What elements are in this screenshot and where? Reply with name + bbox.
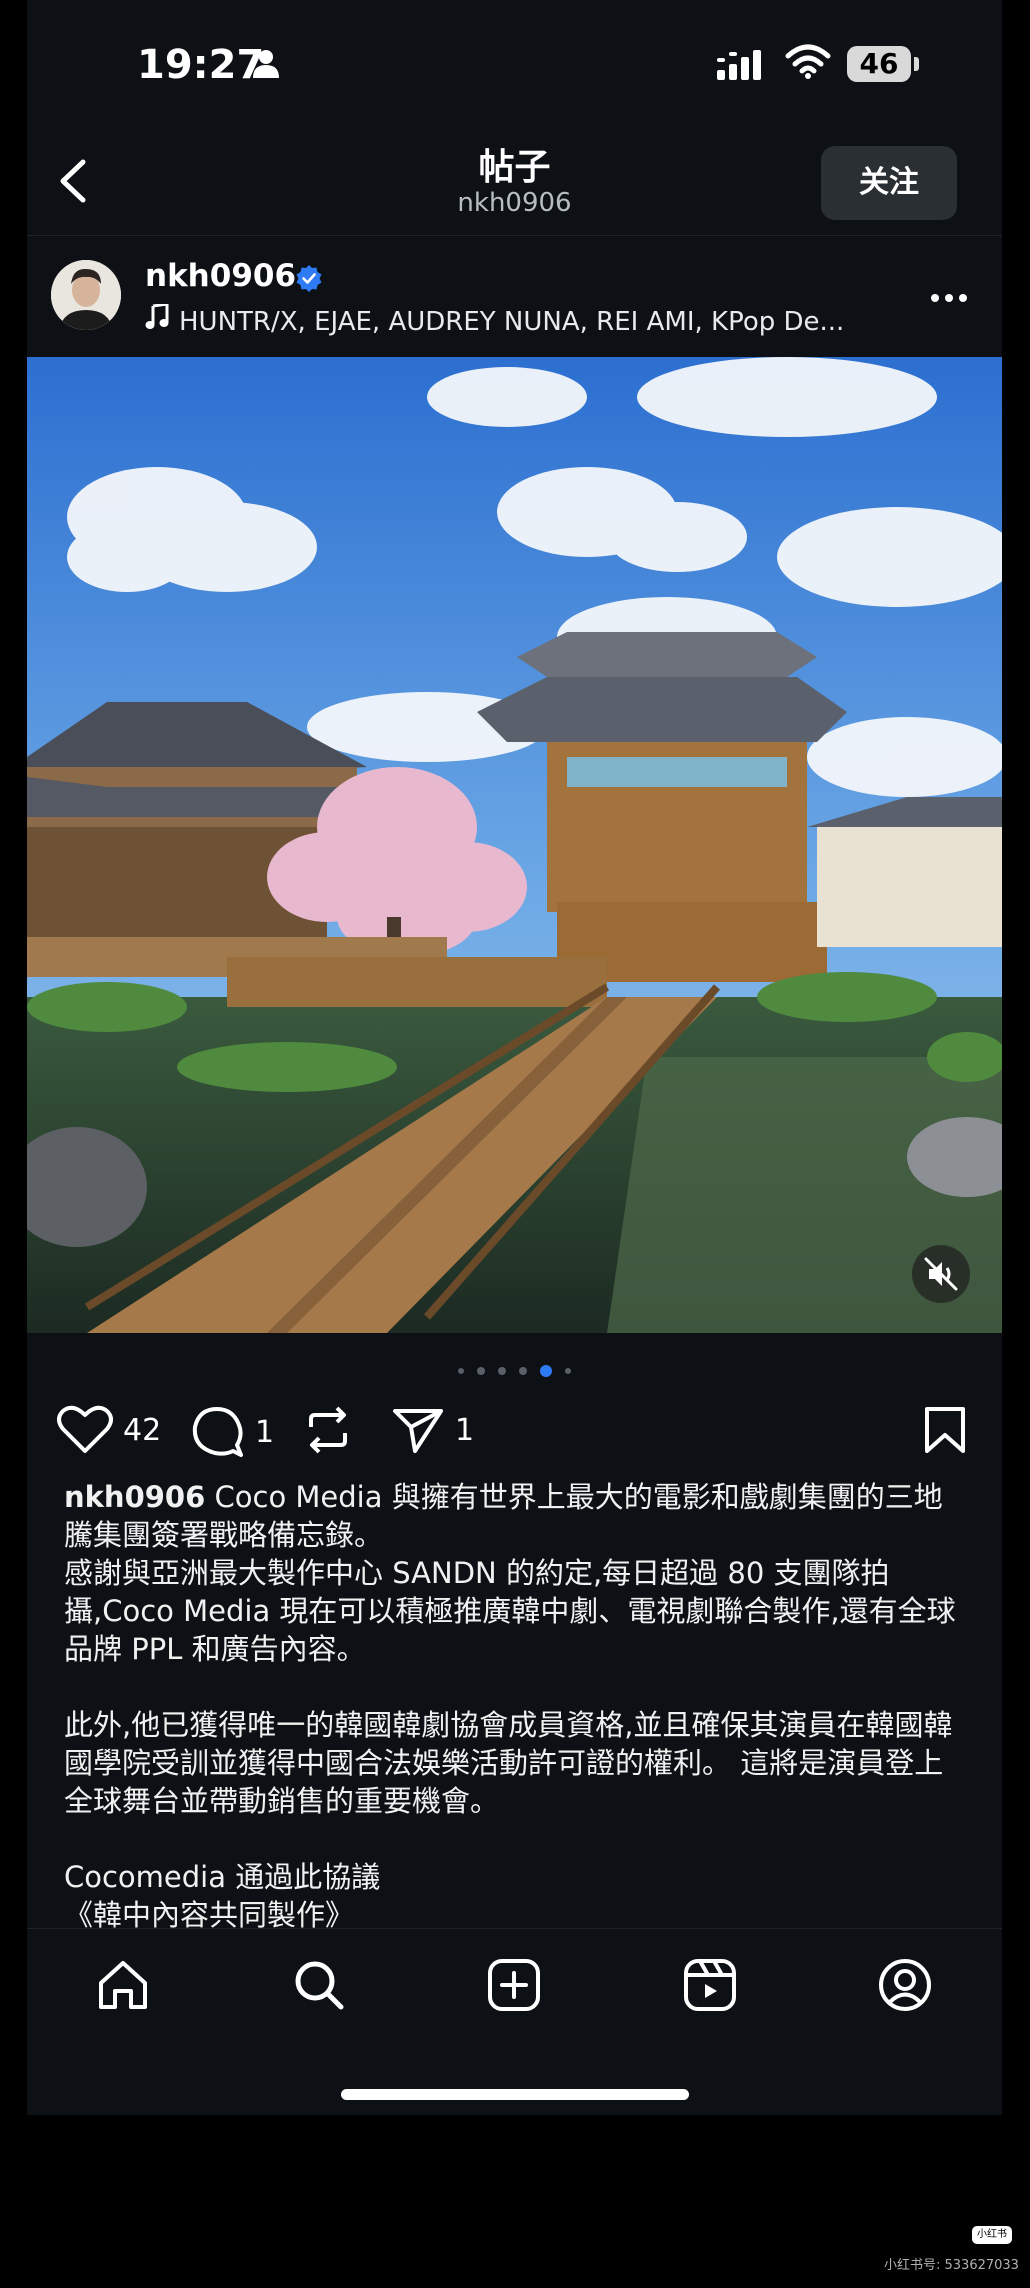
profile-icon[interactable] <box>877 1957 933 2013</box>
post-username[interactable]: nkh0906 <box>145 258 296 294</box>
avatar[interactable] <box>51 260 121 330</box>
status-bar: 19:27 46 <box>27 0 1002 130</box>
post-media[interactable] <box>27 357 1002 1333</box>
comment-count: 1 <box>255 1414 275 1450</box>
heart-icon <box>57 1405 113 1453</box>
create-post-icon[interactable] <box>486 1957 542 2013</box>
home-icon[interactable] <box>95 1957 151 2013</box>
share-action[interactable]: 1 <box>391 1405 474 1455</box>
caption-line: Cocomedia 通過此協議 <box>64 1860 381 1894</box>
more-options-icon[interactable] <box>927 286 971 310</box>
share-count: 1 <box>455 1412 475 1448</box>
repost-icon <box>309 1406 347 1454</box>
comment-action[interactable]: 1 <box>191 1405 274 1459</box>
mute-button[interactable] <box>912 1245 970 1303</box>
send-icon <box>393 1409 443 1453</box>
verified-badge-icon <box>296 265 322 292</box>
carousel-dot <box>457 1367 464 1374</box>
person-icon <box>253 50 279 78</box>
music-note-icon <box>145 304 169 329</box>
speaker-muted-icon <box>924 1257 958 1291</box>
carousel-dot-active <box>540 1364 553 1377</box>
caption-username[interactable]: nkh0906 <box>64 1480 205 1514</box>
carousel-dot <box>497 1366 506 1375</box>
caption-line: 《韓中內容共同製作》 <box>64 1898 355 1930</box>
carousel-dot <box>519 1366 528 1375</box>
bottom-nav <box>27 1928 1002 2115</box>
watermark-text: 小红书号: 533627033 <box>884 2258 1019 2273</box>
battery-tip <box>914 57 919 71</box>
carousel-dot <box>476 1366 485 1375</box>
repost-action[interactable] <box>303 1405 353 1455</box>
caption-line: 感謝與亞洲最大製作中心 SANDN 的約定,每日超過 80 支團隊拍攝,Coco… <box>64 1556 956 1666</box>
wifi-icon <box>785 44 831 79</box>
music-info[interactable]: HUNTR/X, EJAE, AUDREY NUNA, REI AMI, KPo… <box>145 304 844 337</box>
follow-button[interactable]: 关注 <box>821 146 957 220</box>
battery-indicator: 46 <box>847 46 911 82</box>
search-icon[interactable] <box>291 1957 347 2013</box>
bookmark-icon <box>925 1407 965 1453</box>
post-actions: 42 1 1 <box>27 1395 1002 1465</box>
comment-icon <box>192 1407 243 1457</box>
page-header: 帖子 nkh0906 关注 <box>27 130 1002 236</box>
like-count: 42 <box>123 1412 162 1448</box>
home-indicator <box>341 2089 689 2100</box>
reels-icon[interactable] <box>682 1957 738 2013</box>
music-track-label: HUNTR/X, EJAE, AUDREY NUNA, REI AMI, KPo… <box>179 307 845 337</box>
phone-screen: 19:27 46 帖子 nkh0906 关注 nkh0906 HUNTR/X, … <box>27 0 1002 2115</box>
caption-line: 此外,他已獲得唯一的韓國韓劇協會成員資格,並且確保其演員在韓國韓國學院受訓並獲得… <box>64 1708 953 1818</box>
post-image <box>27 357 1002 1333</box>
carousel-indicator <box>27 1360 1002 1377</box>
post-header: nkh0906 HUNTR/X, EJAE, AUDREY NUNA, REI … <box>27 236 1002 356</box>
carousel-dot <box>565 1367 572 1374</box>
signal-icon <box>717 50 761 80</box>
status-time: 19:27 <box>137 42 265 88</box>
post-caption[interactable]: nkh0906 Coco Media 與擁有世界上最大的電影和戲劇集團的三地騰集… <box>64 1478 969 1930</box>
like-action[interactable]: 42 <box>57 1405 161 1455</box>
watermark-logo: 小红书 <box>972 2226 1012 2244</box>
save-action[interactable] <box>923 1405 967 1455</box>
